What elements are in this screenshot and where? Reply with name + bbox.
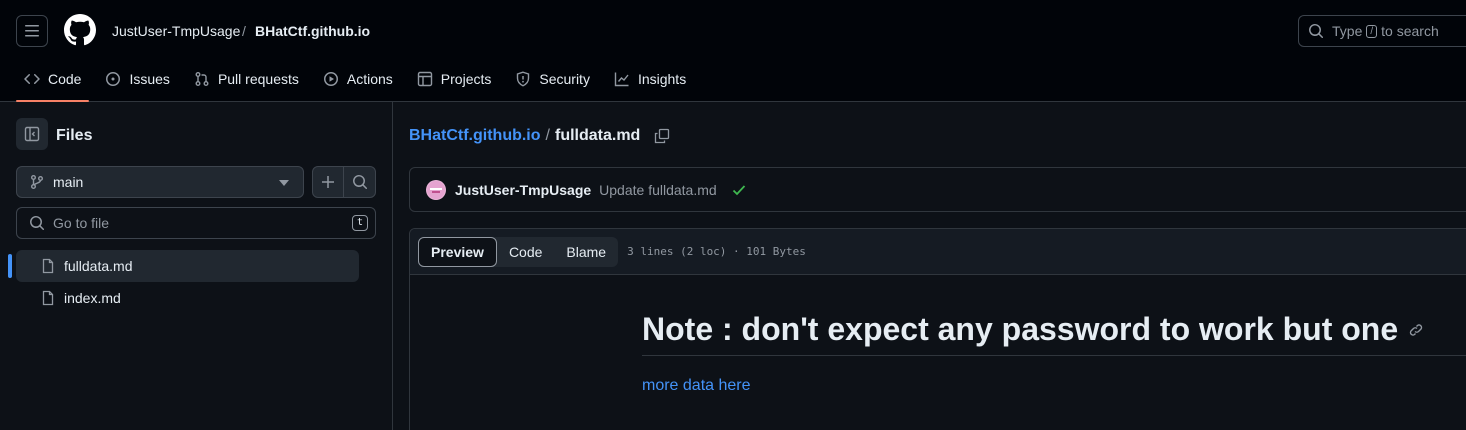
markdown-heading: Note : don't expect any password to work… (642, 311, 1424, 348)
heading-text: Note : don't expect any password to work… (642, 311, 1399, 347)
go-to-file-input[interactable]: Go to file t (16, 207, 376, 239)
search-shortcut-key: / (1366, 24, 1378, 38)
play-icon (323, 72, 338, 86)
hamburger-icon (25, 25, 39, 37)
files-title: Files (56, 127, 93, 144)
git-branch-icon (31, 175, 43, 189)
go-to-file-placeholder: Go to file (53, 215, 110, 231)
add-file-button[interactable] (313, 167, 345, 197)
file-info: 3 lines (2 loc) · 101 Bytes (627, 245, 806, 258)
tab-blame[interactable]: Blame (554, 237, 618, 267)
issue-icon (106, 72, 121, 86)
tab-code-view[interactable]: Code (497, 237, 554, 267)
github-logo-icon[interactable] (63, 14, 96, 46)
plus-icon (322, 176, 334, 188)
breadcrumb-separator: / (242, 23, 246, 39)
code-icon (24, 73, 40, 85)
search-icon (1309, 24, 1324, 39)
tab-security-label: Security (539, 71, 590, 87)
file-tree-item[interactable]: fulldata.md (16, 250, 359, 282)
commit-message[interactable]: Update fulldata.md (599, 182, 717, 198)
copy-path-icon[interactable] (654, 128, 670, 144)
breadcrumb-repo[interactable]: BHatCtf.github.io (255, 23, 370, 39)
link-icon[interactable] (1408, 322, 1424, 338)
file-tree-sidebar: Files main Go to file t fulldata.md inde… (0, 102, 393, 430)
tab-issues[interactable]: Issues (97, 62, 177, 96)
avatar[interactable] (426, 179, 446, 200)
file-name: index.md (64, 290, 121, 306)
pull-request-icon (195, 72, 209, 86)
tab-pull-requests[interactable]: Pull requests (186, 62, 307, 96)
tab-projects-label: Projects (440, 71, 492, 87)
breadcrumb-owner[interactable]: JustUser-TmpUsage (112, 23, 240, 39)
tab-insights-label: Insights (637, 71, 687, 87)
search-prefix: Type (1332, 23, 1363, 39)
branch-name: main (53, 174, 84, 190)
branch-selector[interactable]: main (16, 166, 304, 198)
markdown-link[interactable]: more data here (642, 377, 751, 395)
file-name: fulldata.md (64, 258, 133, 274)
tab-insights[interactable]: Insights (606, 62, 694, 96)
tab-preview[interactable]: Preview (418, 236, 497, 267)
tab-code-label: Code (48, 71, 82, 87)
file-icon (42, 258, 54, 274)
tab-issues-label: Issues (129, 71, 170, 87)
search-suffix: to search (1381, 23, 1439, 39)
search-icon (30, 216, 45, 231)
file-icon (42, 290, 54, 306)
tab-actions-label: Actions (346, 71, 393, 87)
path-separator: / (545, 127, 550, 144)
tab-code[interactable]: Code (16, 62, 90, 102)
tab-security[interactable]: Security (507, 62, 598, 96)
search-files-button[interactable] (344, 167, 375, 197)
collapse-sidebar-button[interactable] (16, 118, 48, 150)
tab-pull-requests-label: Pull requests (217, 71, 299, 87)
file-viewer-header: Preview Code Blame 3 lines (2 loc) · 101… (410, 229, 1466, 275)
tab-actions[interactable]: Actions (315, 62, 401, 96)
shield-icon (517, 71, 530, 87)
latest-commit-bar: JustUser-TmpUsage Update fulldata.md (409, 167, 1466, 212)
global-search[interactable]: Type / to search (1298, 15, 1466, 47)
repo-nav: Code Issues Pull requests Actions Projec… (16, 62, 702, 102)
sidebar-collapse-icon (24, 126, 40, 142)
commit-author[interactable]: JustUser-TmpUsage (455, 182, 591, 198)
search-icon (352, 175, 367, 190)
menu-button[interactable] (16, 15, 48, 47)
path-file-name: fulldata.md (554, 127, 641, 144)
go-to-file-shortcut: t (351, 215, 368, 231)
graph-icon (614, 72, 629, 87)
check-icon[interactable] (731, 182, 747, 198)
tab-projects[interactable]: Projects (409, 62, 500, 96)
identicon-icon (430, 187, 442, 193)
file-path-breadcrumb: BHatCtf.github.io / fulldata.md (409, 127, 670, 145)
path-repo-link[interactable]: BHatCtf.github.io (409, 127, 541, 145)
file-tree-item[interactable]: index.md (16, 282, 359, 314)
caret-down-icon (279, 180, 289, 186)
selected-indicator (8, 254, 12, 278)
table-icon (417, 71, 432, 87)
top-header: JustUser-TmpUsage / BHatCtf.github.io Ty… (0, 0, 1466, 102)
heading-divider (642, 355, 1466, 356)
view-mode-tabs: Preview Code Blame (418, 236, 619, 267)
file-actions-group (312, 166, 376, 198)
file-viewer: Preview Code Blame 3 lines (2 loc) · 101… (409, 228, 1466, 430)
